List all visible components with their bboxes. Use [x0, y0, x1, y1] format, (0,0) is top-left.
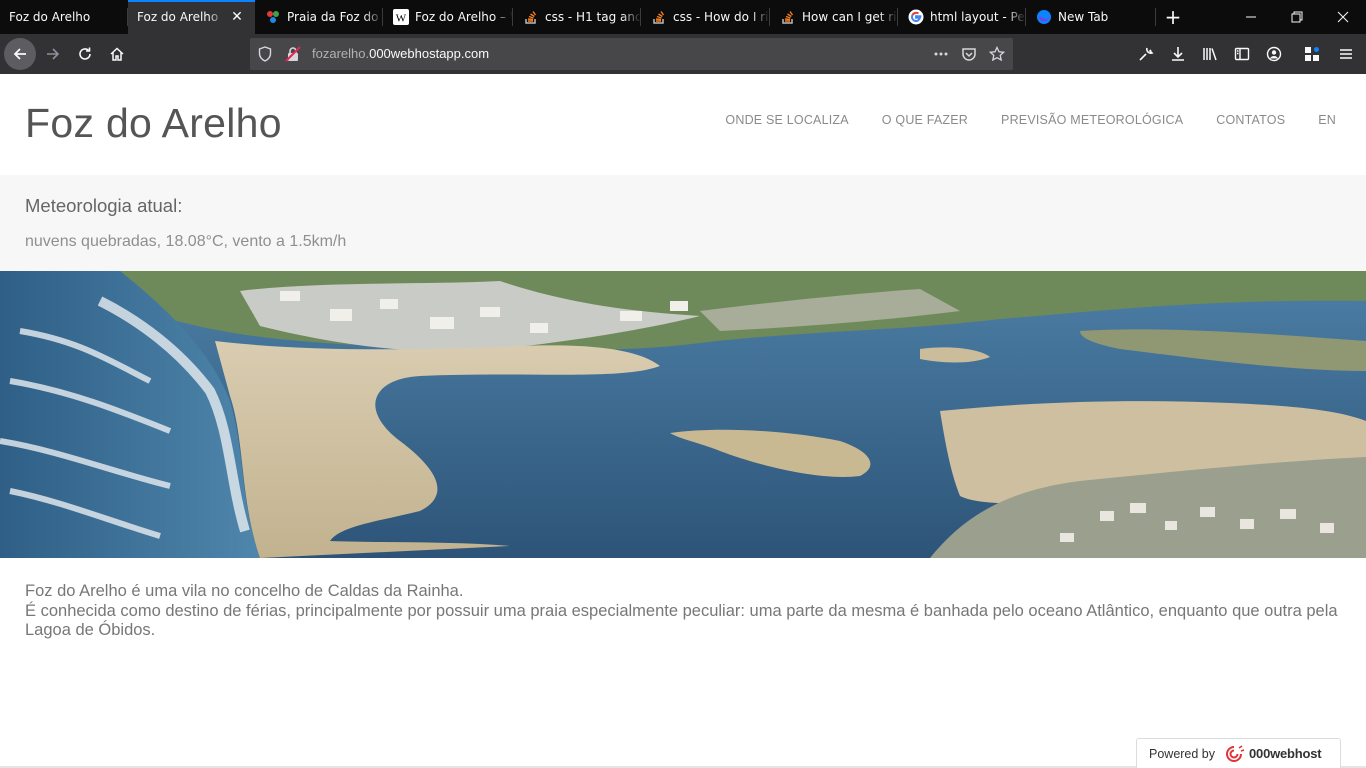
- pocket-icon[interactable]: [961, 46, 977, 62]
- weather-description: nuvens quebradas, 18.08°C, vento a 1.5km…: [25, 233, 347, 250]
- minimize-icon[interactable]: [1228, 0, 1274, 34]
- site-title[interactable]: Foz do Arelho: [25, 100, 282, 147]
- restore-icon[interactable]: [1274, 0, 1320, 34]
- nav-link-o-que-fazer[interactable]: O QUE FAZER: [882, 113, 968, 127]
- intro-paragraph-2: É conhecida como destino de férias, prin…: [25, 601, 1338, 640]
- account-icon[interactable]: [1266, 46, 1282, 62]
- powered-by-label: Powered by: [1149, 746, 1216, 761]
- nav-link-previsao-meteorologica[interactable]: PREVISÃO METEOROLÓGICA: [1001, 113, 1183, 127]
- tab-wikipedia[interactable]: W Foz do Arelho – Wikipédia: [383, 0, 513, 34]
- svg-text:W: W: [396, 13, 407, 25]
- shield-icon[interactable]: [257, 46, 273, 62]
- tab-praia-da-foz[interactable]: Praia da Foz do Arelho: [255, 0, 383, 34]
- hamburger-menu-icon[interactable]: [1338, 46, 1354, 62]
- tab-title: Foz do Arelho – Wikipédia: [415, 10, 513, 24]
- url-subdomain: fozarelho.: [312, 46, 370, 61]
- tab-google-search[interactable]: html layout - Pesquisa: [898, 0, 1026, 34]
- tab-stackoverflow-right[interactable]: css - How do I right: [641, 0, 770, 34]
- tab-title: Foz do Arelho: [137, 10, 219, 24]
- forward-arrow-icon[interactable]: [37, 38, 69, 70]
- powered-by-badge[interactable]: Powered by 000webhost: [1136, 738, 1341, 768]
- tab-strip: Foz do Arelho Foz do Arelho ✕ Praia da F…: [0, 0, 1366, 34]
- intro-text: Foz do Arelho é uma vila no concelho de …: [25, 582, 1355, 641]
- nav-link-language-en[interactable]: EN: [1318, 113, 1336, 127]
- nav-link-onde-se-localiza[interactable]: ONDE SE LOCALIZA: [725, 113, 848, 127]
- insecure-lock-icon[interactable]: [285, 46, 301, 62]
- reload-icon[interactable]: [69, 38, 101, 70]
- site-favicon-icon: [265, 9, 281, 25]
- lagoon-aerial-image: [0, 271, 1366, 558]
- library-icon[interactable]: [1202, 46, 1218, 62]
- home-icon[interactable]: [101, 38, 133, 70]
- wrench-icon[interactable]: [1138, 46, 1154, 62]
- tab-title: Praia da Foz do Arelho: [287, 10, 383, 24]
- url-domain: 000webhostapp.com: [369, 46, 490, 61]
- intro-paragraph-1: Foz do Arelho é uma vila no concelho de …: [25, 582, 464, 600]
- tab-new-tab[interactable]: New Tab: [1026, 0, 1156, 34]
- page-actions-ellipsis-icon[interactable]: [933, 46, 949, 62]
- tab-title: New Tab: [1058, 10, 1109, 24]
- tab-title: css - How do I right: [673, 10, 770, 24]
- tab-foz-do-arelho-active[interactable]: Foz do Arelho ✕: [128, 0, 255, 34]
- nav-link-contatos[interactable]: CONTATOS: [1216, 113, 1285, 127]
- tab-title: How can I get rid of: [802, 10, 898, 24]
- firefox-icon: [1036, 9, 1052, 25]
- navigation-toolbar: fozarelho.000webhostapp.com: [0, 34, 1366, 74]
- sidebar-icon[interactable]: [1234, 46, 1250, 62]
- tab-foz-do-arelho-1[interactable]: Foz do Arelho: [0, 0, 128, 34]
- weather-heading: Meteorologia atual:: [25, 195, 183, 216]
- tab-title: Foz do Arelho: [9, 10, 91, 24]
- tab-title: css - H1 tag and P tag: [545, 10, 641, 24]
- tab-title: html layout - Pesquisa: [930, 10, 1026, 24]
- site-navigation: ONDE SE LOCALIZA O QUE FAZER PREVISÃO ME…: [725, 113, 1336, 127]
- webhost-logo-icon: [1223, 744, 1245, 763]
- hero-aerial-photo: [0, 271, 1366, 558]
- back-arrow-icon[interactable]: [4, 38, 36, 70]
- tab-stackoverflow-rid[interactable]: How can I get rid of: [770, 0, 898, 34]
- tab-stackoverflow-h1[interactable]: css - H1 tag and P tag: [513, 0, 641, 34]
- bookmark-star-icon[interactable]: [989, 46, 1005, 62]
- wikipedia-icon: W: [393, 9, 409, 25]
- stackoverflow-icon: [523, 9, 539, 25]
- stackoverflow-icon: [651, 9, 667, 25]
- current-weather-section: Meteorologia atual: nuvens quebradas, 18…: [0, 175, 1366, 271]
- extensions-icon[interactable]: [1304, 46, 1320, 62]
- download-icon[interactable]: [1170, 46, 1186, 62]
- address-bar[interactable]: fozarelho.000webhostapp.com: [250, 38, 1013, 70]
- google-icon: [908, 9, 924, 25]
- new-tab-plus-icon[interactable]: +: [1156, 0, 1190, 34]
- close-window-icon[interactable]: [1320, 0, 1366, 34]
- web-page: Foz do Arelho ONDE SE LOCALIZA O QUE FAZ…: [0, 74, 1366, 768]
- stackoverflow-icon: [780, 9, 796, 25]
- close-tab-icon[interactable]: ✕: [229, 9, 245, 25]
- powered-by-brand: 000webhost: [1249, 746, 1322, 761]
- url-text[interactable]: fozarelho.000webhostapp.com: [312, 38, 489, 70]
